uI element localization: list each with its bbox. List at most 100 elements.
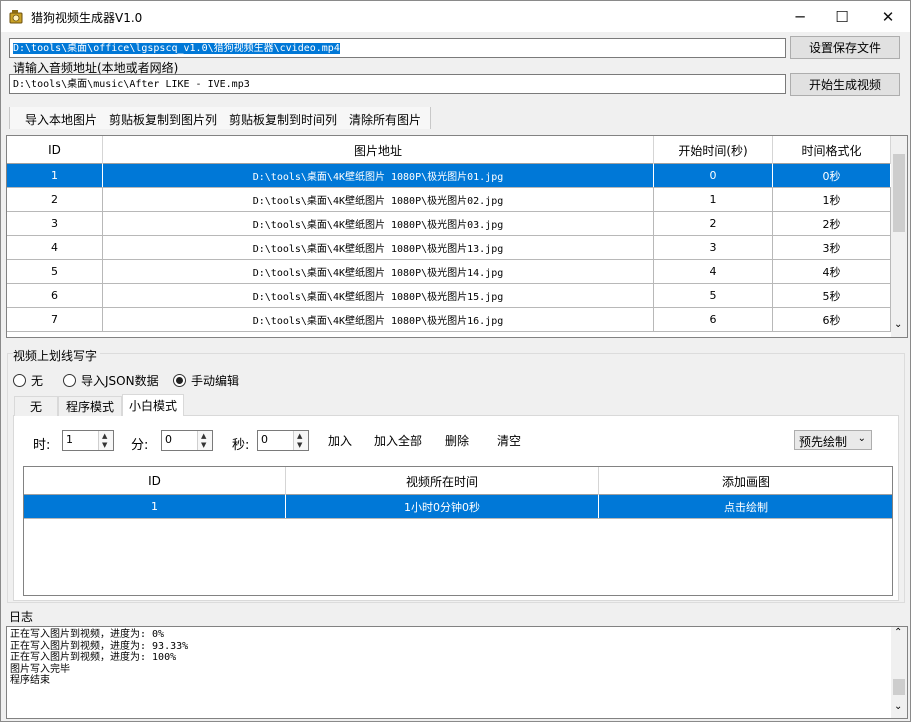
table-cell[interactable]: 1 <box>7 164 103 187</box>
minimize-button[interactable]: ─ <box>777 1 823 32</box>
table-cell[interactable]: D:\tools\桌面\4K壁纸图片 1080P\极光图片16.jpg <box>103 308 654 331</box>
table-cell[interactable]: 2秒 <box>773 212 891 235</box>
table-cell[interactable]: D:\tools\桌面\4K壁纸图片 1080P\极光图片02.jpg <box>103 188 654 211</box>
table-cell[interactable]: 0 <box>654 164 773 187</box>
table-cell[interactable]: 1秒 <box>773 188 891 211</box>
preset-dropdown[interactable]: 预先绘制 ⌄ <box>794 430 872 450</box>
scrollbar-thumb[interactable] <box>893 679 905 695</box>
hour-spinner[interactable]: 1 ▲ ▼ <box>62 430 114 451</box>
log-textarea[interactable]: 正在写入图片到视频，进度为: 0% 正在写入图片到视频，进度为: 93.33% … <box>6 626 908 719</box>
maximize-button[interactable]: ☐ <box>819 1 865 32</box>
table-cell[interactable]: 1小时0分钟0秒 <box>286 495 599 518</box>
table-cell[interactable]: 3秒 <box>773 236 891 259</box>
second-spinner[interactable]: 0 ▲ ▼ <box>257 430 309 451</box>
spin-down-icon[interactable]: ▼ <box>102 441 107 449</box>
images-table-scrollbar[interactable]: ⌄ <box>891 136 907 337</box>
spinner-arrows[interactable]: ▲ ▼ <box>293 431 308 450</box>
spin-up-icon[interactable]: ▲ <box>297 432 302 440</box>
table-cell[interactable]: 1 <box>24 495 286 518</box>
tab-beginner-mode[interactable]: 小白模式 <box>122 394 184 416</box>
hour-value: 1 <box>66 433 73 446</box>
table-cell[interactable]: D:\tools\桌面\4K壁纸图片 1080P\极光图片01.jpg <box>103 164 654 187</box>
table-row[interactable]: 1 D:\tools\桌面\4K壁纸图片 1080P\极光图片01.jpg 0 0秒 <box>7 164 891 188</box>
table-row[interactable]: 2 D:\tools\桌面\4K壁纸图片 1080P\极光图片02.jpg 1 1秒 <box>7 188 891 212</box>
spin-up-icon[interactable]: ▲ <box>201 432 206 440</box>
clear-all-images-button[interactable]: 清除所有图片 <box>349 111 421 128</box>
scroll-down-icon[interactable]: ⌄ <box>894 701 902 712</box>
title-bar[interactable]: 猎狗视频生成器V1.0 ─ ☐ ✕ <box>1 1 910 32</box>
table-cell[interactable]: 4秒 <box>773 260 891 283</box>
scroll-down-icon[interactable]: ⌄ <box>894 319 902 330</box>
start-generate-button[interactable]: 开始生成视频 <box>790 73 900 96</box>
column-header-id[interactable]: ID <box>7 136 103 164</box>
window-title: 猎狗视频生成器V1.0 <box>31 11 143 25</box>
table-cell[interactable]: 5 <box>654 284 773 307</box>
scroll-up-icon[interactable]: ⌃ <box>894 627 902 638</box>
images-table[interactable]: ID 图片地址 开始时间(秒) 时间格式化 1 D:\tools\桌面\4K壁纸图… <box>6 135 908 338</box>
table-row[interactable]: 7 D:\tools\桌面\4K壁纸图片 1080P\极光图片16.jpg 6 6秒 <box>7 308 891 332</box>
maximize-icon: ☐ <box>835 7 849 26</box>
radio-manual-edit[interactable]: 手动编辑 <box>173 372 239 389</box>
tab-program-mode[interactable]: 程序模式 <box>58 396 122 416</box>
audio-path-field[interactable]: D:\tools\桌面\music\After LIKE - IVE.mp3 <box>9 74 786 94</box>
table-cell[interactable]: 6秒 <box>773 308 891 331</box>
spin-down-icon[interactable]: ▼ <box>297 441 302 449</box>
table-row[interactable]: 4 D:\tools\桌面\4K壁纸图片 1080P\极光图片13.jpg 3 3秒 <box>7 236 891 260</box>
table-cell[interactable]: 2 <box>654 212 773 235</box>
column-header-time-format[interactable]: 时间格式化 <box>773 136 891 164</box>
table-cell[interactable]: D:\tools\桌面\4K壁纸图片 1080P\极光图片14.jpg <box>103 260 654 283</box>
column-header-add-drawing[interactable]: 添加画图 <box>599 467 892 495</box>
output-path-field[interactable]: D:\tools\桌面\office\lgspscq_v1.0\猎狗视频生器\c… <box>9 38 786 58</box>
column-header-image-path[interactable]: 图片地址 <box>103 136 654 164</box>
table-cell[interactable]: 1 <box>654 188 773 211</box>
table-row[interactable]: 6 D:\tools\桌面\4K壁纸图片 1080P\极光图片15.jpg 5 5秒 <box>7 284 891 308</box>
table-row[interactable]: 3 D:\tools\桌面\4K壁纸图片 1080P\极光图片03.jpg 2 2秒 <box>7 212 891 236</box>
paste-to-time-column-button[interactable]: 剪贴板复制到时间列 <box>229 111 337 128</box>
table-cell[interactable]: 3 <box>7 212 103 235</box>
spin-down-icon[interactable]: ▼ <box>201 441 206 449</box>
add-button[interactable]: 加入 <box>328 432 352 449</box>
table-cell[interactable]: 4 <box>7 236 103 259</box>
table-cell[interactable]: 5 <box>7 260 103 283</box>
spin-up-icon[interactable]: ▲ <box>102 432 107 440</box>
table-cell[interactable]: 0秒 <box>773 164 891 187</box>
toolbar: 导入本地图片 剪贴板复制到图片列 剪贴板复制到时间列 清除所有图片 <box>9 107 431 129</box>
tab-none[interactable]: 无 <box>14 396 58 416</box>
radio-circle <box>173 374 186 387</box>
scrollbar-thumb[interactable] <box>893 154 905 232</box>
spinner-arrows[interactable]: ▲ ▼ <box>98 431 113 450</box>
log-scrollbar[interactable]: ⌃ ⌄ <box>891 627 907 718</box>
table-row[interactable]: 1 1小时0分钟0秒 点击绘制 <box>24 495 892 519</box>
spinner-arrows[interactable]: ▲ ▼ <box>197 431 212 450</box>
radio-none[interactable]: 无 <box>13 372 43 389</box>
table-cell[interactable]: 4 <box>654 260 773 283</box>
table-cell[interactable]: 2 <box>7 188 103 211</box>
column-header-start-time[interactable]: 开始时间(秒) <box>654 136 773 164</box>
add-all-button[interactable]: 加入全部 <box>374 432 422 449</box>
paste-to-image-column-button[interactable]: 剪贴板复制到图片列 <box>109 111 217 128</box>
radio-dot <box>176 377 183 384</box>
overlay-time-table[interactable]: ID 视频所在时间 添加画图 1 1小时0分钟0秒 点击绘制 <box>23 466 893 596</box>
close-button[interactable]: ✕ <box>865 1 911 32</box>
import-local-images-button[interactable]: 导入本地图片 <box>25 111 97 128</box>
table-cell[interactable]: 5秒 <box>773 284 891 307</box>
set-save-file-button[interactable]: 设置保存文件 <box>790 36 900 59</box>
table-row[interactable]: 5 D:\tools\桌面\4K壁纸图片 1080P\极光图片14.jpg 4 4秒 <box>7 260 891 284</box>
minute-spinner[interactable]: 0 ▲ ▼ <box>161 430 213 451</box>
radio-label: 无 <box>31 374 44 388</box>
table-cell[interactable]: D:\tools\桌面\4K壁纸图片 1080P\极光图片15.jpg <box>103 284 654 307</box>
table-cell[interactable]: D:\tools\桌面\4K壁纸图片 1080P\极光图片13.jpg <box>103 236 654 259</box>
draw-link[interactable]: 点击绘制 <box>599 495 892 518</box>
table-cell[interactable]: D:\tools\桌面\4K壁纸图片 1080P\极光图片03.jpg <box>103 212 654 235</box>
clear-button[interactable]: 清空 <box>497 432 521 449</box>
delete-button[interactable]: 删除 <box>445 432 469 449</box>
overlay-section-label: 视频上划线写字 <box>13 347 101 364</box>
table-cell[interactable]: 3 <box>654 236 773 259</box>
table-cell[interactable]: 7 <box>7 308 103 331</box>
table-cell[interactable]: 6 <box>654 308 773 331</box>
column-header-id[interactable]: ID <box>24 467 286 495</box>
radio-import-json[interactable]: 导入JSON数据 <box>63 372 159 389</box>
overlay-table-header: ID 视频所在时间 添加画图 <box>24 467 892 495</box>
column-header-video-time[interactable]: 视频所在时间 <box>286 467 599 495</box>
table-cell[interactable]: 6 <box>7 284 103 307</box>
